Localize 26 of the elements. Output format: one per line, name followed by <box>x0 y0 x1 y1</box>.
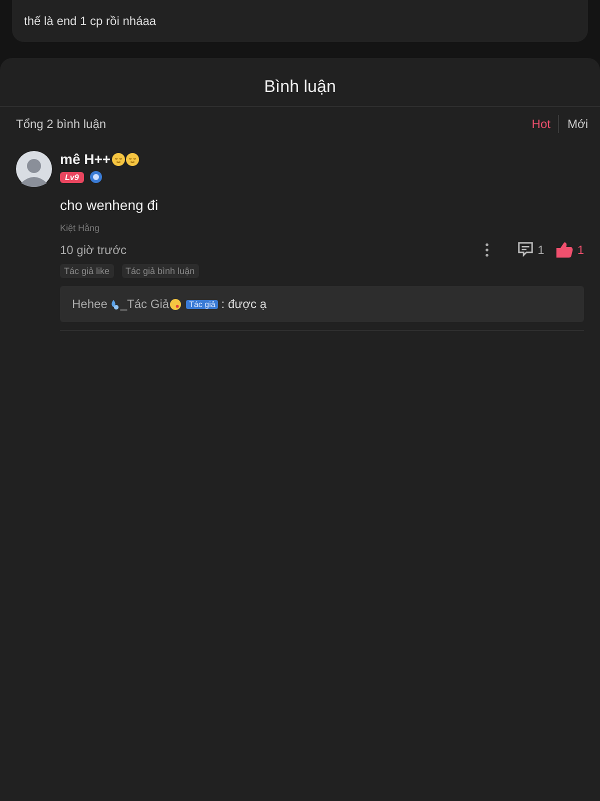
username: mê H++ <box>60 151 111 167</box>
sort-tab[interactable]: Hot <box>532 117 550 131</box>
comment-text: thế là end 1 cp rồi nháaa <box>24 14 156 28</box>
sheet-title: Bình luận <box>264 76 336 98</box>
emoji-icon <box>126 152 139 166</box>
medal-icon <box>90 171 102 183</box>
reply-username: Hehee <box>72 297 108 311</box>
reply-icon[interactable] <box>516 241 534 258</box>
level-badge: Lv9 <box>60 172 84 182</box>
comment-text: cho wenheng đi <box>60 197 160 213</box>
emoji-icon <box>112 152 125 166</box>
tag: Tác giả bình luận <box>122 264 199 278</box>
chapter-name: Kiệt Hằng <box>60 223 101 233</box>
like-count: 1 <box>577 242 584 256</box>
reply-username: _Tác Giả <box>120 297 170 311</box>
reply-count: 1 <box>538 242 544 256</box>
sort-tab[interactable]: Mới <box>567 117 588 131</box>
emoji-icon <box>170 298 182 310</box>
comment-count: Tổng 2 bình luận <box>16 117 106 131</box>
reply-text: : được ạ <box>221 297 267 311</box>
like-icon[interactable] <box>556 241 574 258</box>
author-badge: Tác giả <box>186 300 218 308</box>
avatar[interactable] <box>16 151 52 187</box>
tag: Tác giả like <box>60 264 114 278</box>
comment-time: 10 giờ trước <box>60 242 126 256</box>
more-icon[interactable] <box>484 242 489 256</box>
